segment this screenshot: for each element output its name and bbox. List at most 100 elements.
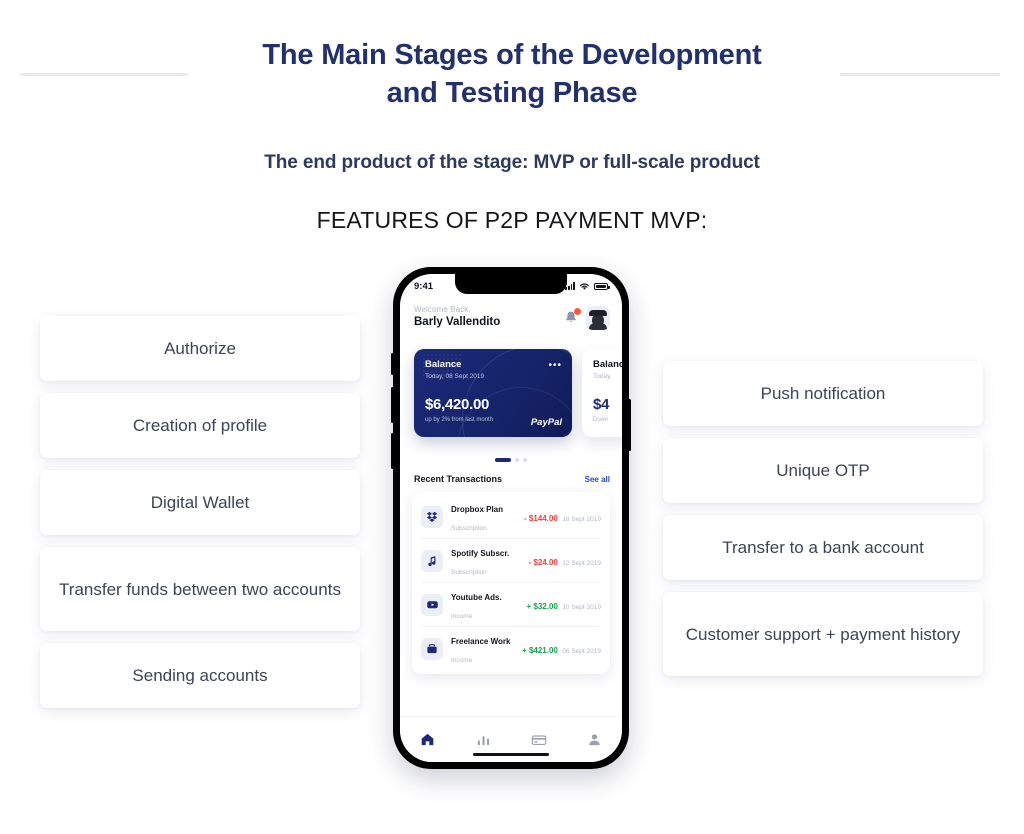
table-row[interactable]: Spotify Subscr. Subscription - $24.00 12… [421, 539, 601, 583]
transaction-info: Youtube Ads. Income [451, 587, 526, 623]
youtube-icon [421, 593, 443, 616]
balance-card-date: Today, 08 Sept 2019 [425, 373, 485, 380]
transaction-name: Freelance Work [451, 637, 511, 646]
balance-card-secondary[interactable]: Balance Today, $4 Down [582, 349, 622, 437]
transaction-name: Spotify Subscr. [451, 548, 510, 558]
transaction-date: 10 Sept 2019 [562, 603, 601, 611]
feature-card-authorize[interactable]: Authorize [40, 316, 360, 381]
feature-card-creation-of-profile[interactable]: Creation of profile [40, 393, 360, 458]
page-title-line2: and Testing Phase [386, 77, 638, 109]
feature-card-push-notification[interactable]: Push notification [663, 361, 983, 426]
transaction-info: Spotify Subscr. Subscription [451, 543, 529, 579]
balance-card-amount: $6,420.00 [425, 396, 490, 413]
transaction-meta: - $144.00 18 Sept 2019 [524, 508, 601, 526]
bell-icon[interactable] [564, 308, 581, 326]
avatar-cap [589, 310, 607, 316]
transactions-header: Recent Transactions See all [414, 474, 610, 484]
transaction-date: 06 Sept 2019 [562, 648, 601, 655]
paypal-logo: PayPal [530, 417, 562, 428]
page-title: The Main Stages of the Development and T… [0, 36, 1024, 112]
pager-dot-2[interactable] [515, 458, 519, 462]
table-row[interactable]: Dropbox Plan Subscription - $144.00 18 S… [421, 495, 601, 539]
table-row[interactable]: Freelance Work Income + $421.00 06 Sept … [421, 627, 601, 671]
feature-card-unique-otp[interactable]: Unique OTP [663, 438, 983, 503]
transaction-info: Dropbox Plan Subscription [451, 499, 524, 535]
transaction-meta: - $24.00 12 Sept 2019 [529, 552, 602, 570]
spotify-icon [421, 549, 443, 572]
battery-icon [594, 282, 610, 290]
transaction-amount: - $144.00 [524, 513, 558, 523]
table-row[interactable]: Youtube Ads. Income + $32.00 10 Sept 201… [421, 583, 601, 627]
phone-mute-switch [391, 353, 394, 375]
feature-card-label: Transfer to a bank account [722, 538, 924, 557]
transaction-category: Subscription [451, 568, 487, 576]
feature-card-label: Authorize [164, 339, 236, 358]
transactions-list: Dropbox Plan Subscription - $144.00 18 S… [412, 492, 610, 674]
feature-card-label: Digital Wallet [150, 493, 250, 512]
balance-card-primary[interactable]: ••• Balance Today, 08 Sept 2019 $6,420.0… [414, 349, 572, 437]
wifi-icon [580, 282, 589, 290]
balance-card2-amount: $4 [593, 396, 610, 413]
feature-card-label: Customer support + payment history [685, 624, 961, 644]
feature-list-right: Push notification Unique OTP Transfer to… [663, 361, 983, 676]
feature-card-label: Creation of profile [132, 416, 268, 435]
feature-card-customer-support[interactable]: Customer support + payment history [663, 592, 983, 676]
balance-card2-title: Balance [593, 359, 622, 370]
greeting-hello: Welcome Back, [414, 305, 471, 314]
transaction-category: Income [451, 612, 473, 620]
balance-card2-date: Today, [593, 373, 612, 380]
carousel-pager[interactable] [400, 458, 622, 462]
phone-power-button [628, 399, 631, 451]
pager-dot-3[interactable] [523, 458, 527, 462]
greeting-username: Barly Vallendito [414, 316, 501, 328]
slide-root: The Main Stages of the Development and T… [0, 0, 1024, 834]
balance-card-title: Balance [425, 359, 462, 370]
balance-card2-note: Down [593, 417, 609, 423]
transaction-amount: + $32.00 [526, 601, 558, 611]
feature-card-label: Transfer funds between two accounts [59, 579, 341, 599]
person-icon[interactable] [577, 727, 611, 753]
features-heading: FEATURES OF P2P PAYMENT MVP: [316, 207, 708, 233]
dropbox-icon [421, 505, 443, 528]
balance-carousel[interactable]: ••• Balance Today, 08 Sept 2019 $6,420.0… [400, 349, 622, 441]
page-title-line1: The Main Stages of the Development [262, 39, 762, 71]
status-time: 9:41 [414, 280, 434, 292]
card-icon[interactable] [522, 727, 556, 753]
feature-card-sending-accounts[interactable]: Sending accounts [40, 643, 360, 708]
balance-card-menu-icon[interactable]: ••• [548, 360, 562, 371]
status-icons [565, 282, 610, 291]
header-actions [564, 306, 610, 330]
feature-list-left: Authorize Creation of profile Digital Wa… [40, 316, 360, 708]
home-icon[interactable] [411, 727, 445, 753]
feature-card-digital-wallet[interactable]: Digital Wallet [40, 470, 360, 535]
home-indicator [473, 753, 549, 756]
briefcase-icon [421, 638, 443, 660]
phone-screen: 9:41 Welcome Back, Barly Vallendito ••• … [400, 274, 622, 762]
stats-icon[interactable] [466, 727, 500, 753]
signal-icon [565, 282, 575, 290]
phone-volume-down [391, 433, 394, 469]
avatar[interactable] [586, 306, 610, 330]
feature-card-label: Unique OTP [776, 461, 870, 480]
feature-card-label: Sending accounts [132, 666, 268, 685]
transaction-name: Youtube Ads. [451, 592, 502, 602]
transaction-amount: - $24.00 [528, 557, 558, 567]
transaction-name: Dropbox Plan [451, 504, 504, 514]
transaction-amount: + $421.00 [522, 646, 558, 655]
feature-card-transfer-bank[interactable]: Transfer to a bank account [663, 515, 983, 580]
greeting-block: Welcome Back, Barly Vallendito [414, 305, 500, 328]
status-bar: 9:41 [400, 274, 622, 298]
phone-mockup: 9:41 Welcome Back, Barly Vallendito ••• … [391, 267, 631, 769]
feature-card-transfer-funds[interactable]: Transfer funds between two accounts [40, 547, 360, 631]
transaction-meta: + $421.00 06 Sept 2019 [522, 640, 601, 658]
transaction-category: Subscription [451, 524, 487, 532]
transaction-info: Freelance Work Income [451, 631, 522, 667]
page-subtitle: The end product of the stage: MVP or ful… [264, 152, 760, 173]
notification-dot [574, 308, 581, 315]
transaction-date: 18 Sept 2019 [562, 515, 601, 523]
pager-dot-1[interactable] [495, 458, 511, 462]
transactions-title: Recent Transactions [414, 474, 503, 484]
transaction-date: 12 Sept 2019 [562, 559, 601, 567]
transaction-meta: + $32.00 10 Sept 2019 [526, 596, 601, 614]
see-all-link[interactable]: See all [585, 475, 610, 484]
